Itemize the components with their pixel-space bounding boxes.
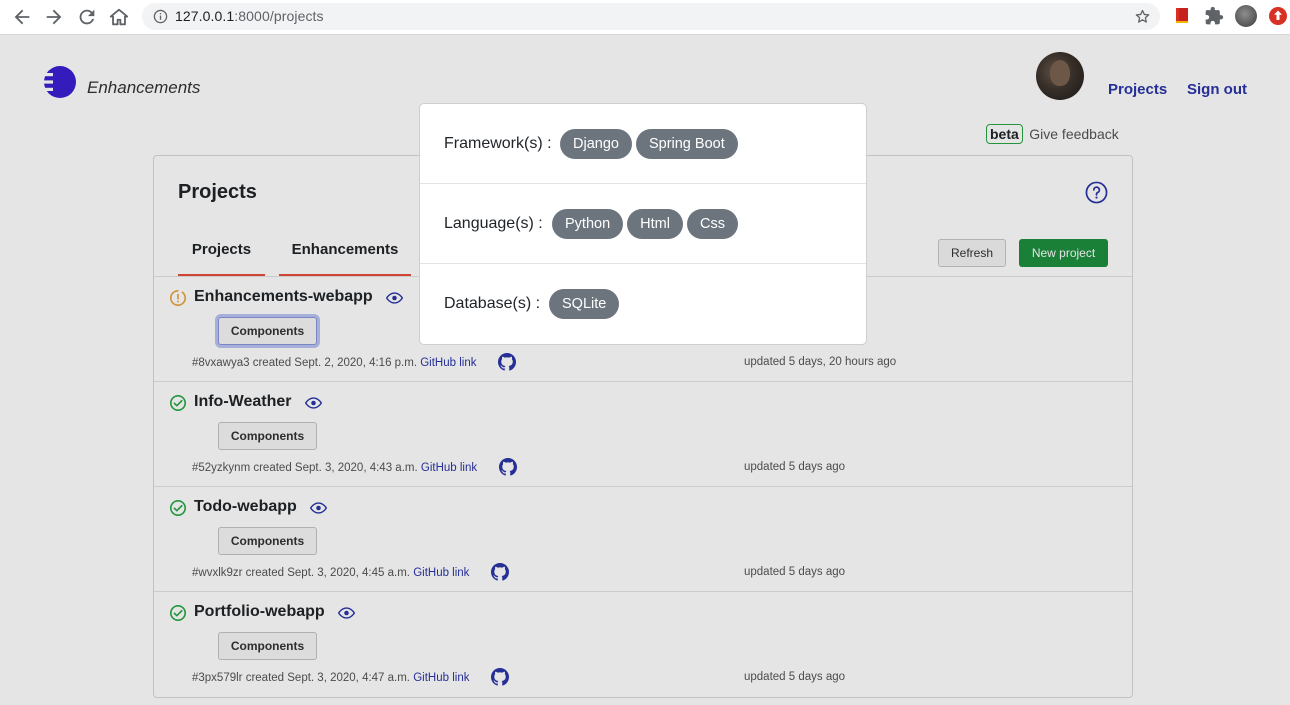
- tag-badge: Django: [560, 129, 632, 159]
- page: Enhancements Projects Sign out beta Give…: [0, 35, 1290, 705]
- address-bar[interactable]: 127.0.0.1:8000/projects: [142, 3, 1160, 30]
- reload-icon[interactable]: [76, 6, 98, 28]
- extension-icon[interactable]: [1173, 6, 1193, 26]
- home-icon[interactable]: [108, 6, 130, 28]
- languages-label: Language(s) :: [444, 215, 543, 232]
- databases-tags: SQLite: [549, 289, 620, 319]
- databases-label: Database(s) :: [444, 295, 541, 312]
- profile-icon[interactable]: [1235, 5, 1257, 27]
- back-icon[interactable]: [11, 6, 33, 28]
- url-text: 127.0.0.1:8000/projects: [175, 8, 324, 24]
- stack-details-modal: Framework(s) : Django Spring Boot Langua…: [419, 103, 867, 345]
- modal-section-databases: Database(s) : SQLite: [420, 264, 866, 344]
- tag-badge: SQLite: [549, 289, 620, 319]
- forward-icon[interactable]: [43, 6, 65, 28]
- tag-badge: Css: [686, 209, 738, 239]
- tag-badge: Html: [627, 209, 683, 239]
- info-icon[interactable]: [153, 9, 168, 24]
- frameworks-tags: Django Spring Boot: [560, 129, 738, 159]
- tag-badge: Python: [552, 209, 624, 239]
- languages-tags: Python Html Css: [552, 209, 738, 239]
- browser-toolbar: 127.0.0.1:8000/projects: [0, 0, 1290, 35]
- puzzle-icon[interactable]: [1204, 6, 1224, 26]
- modal-section-languages: Language(s) : Python Html Css: [420, 184, 866, 264]
- tag-badge: Spring Boot: [635, 129, 738, 159]
- modal-section-frameworks: Framework(s) : Django Spring Boot: [420, 104, 866, 184]
- frameworks-label: Framework(s) :: [444, 135, 552, 152]
- star-icon[interactable]: [1134, 8, 1151, 25]
- update-icon[interactable]: [1268, 6, 1288, 26]
